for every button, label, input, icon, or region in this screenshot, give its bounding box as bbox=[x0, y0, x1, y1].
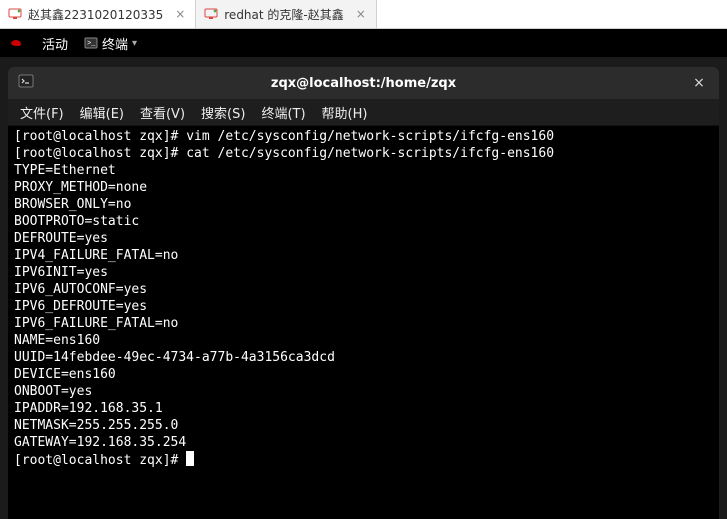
menu-view[interactable]: 查看(V) bbox=[132, 103, 193, 122]
window-close-button[interactable]: × bbox=[689, 73, 709, 93]
app-menu[interactable]: >_ 终端 ▾ bbox=[76, 34, 145, 53]
menu-help[interactable]: 帮助(H) bbox=[314, 103, 376, 122]
terminal-line: IPV4_FAILURE_FATAL=no bbox=[14, 247, 713, 264]
terminal-line: DEFROUTE=yes bbox=[14, 230, 713, 247]
vm-tab-label: 赵其鑫2231020120335 bbox=[28, 6, 163, 23]
terminal-line: PROXY_METHOD=none bbox=[14, 179, 713, 196]
terminal-line: NAME=ens160 bbox=[14, 332, 713, 349]
window-title: zqx@localhost:/home/zqx bbox=[8, 76, 719, 91]
terminal-line: DEVICE=ens160 bbox=[14, 366, 713, 383]
window-titlebar[interactable]: zqx@localhost:/home/zqx × bbox=[8, 67, 719, 99]
redhat-logo-icon bbox=[8, 35, 24, 51]
chevron-down-icon: ▾ bbox=[132, 38, 137, 49]
terminal-line: [root@localhost zqx]# bbox=[14, 451, 713, 469]
vm-tab-label: redhat 的克隆-赵其鑫 bbox=[224, 6, 343, 23]
menu-file[interactable]: 文件(F) bbox=[12, 103, 72, 122]
menu-terminal[interactable]: 终端(T) bbox=[253, 103, 313, 122]
close-icon[interactable]: × bbox=[354, 7, 368, 21]
terminal-window: zqx@localhost:/home/zqx × 文件(F) 编辑(E) 查看… bbox=[8, 67, 719, 519]
vm-tab-1[interactable]: redhat 的克隆-赵其鑫 × bbox=[196, 0, 376, 28]
terminal-line: [root@localhost zqx]# vim /etc/sysconfig… bbox=[14, 128, 713, 145]
close-icon[interactable]: × bbox=[173, 7, 187, 21]
terminal-icon bbox=[18, 73, 34, 93]
gnome-top-panel: 活动 >_ 终端 ▾ bbox=[0, 29, 727, 57]
menu-search[interactable]: 搜索(S) bbox=[193, 103, 253, 122]
vm-tab-0[interactable]: 赵其鑫2231020120335 × bbox=[0, 0, 196, 28]
desktop: 活动 >_ 终端 ▾ zqx@localhost:/home/zqx × 文件(… bbox=[0, 29, 727, 519]
terminal-line: IPADDR=192.168.35.1 bbox=[14, 400, 713, 417]
cursor bbox=[186, 451, 194, 466]
terminal-line: BROWSER_ONLY=no bbox=[14, 196, 713, 213]
terminal-line: IPV6INIT=yes bbox=[14, 264, 713, 281]
svg-text:>_: >_ bbox=[87, 40, 96, 48]
terminal-icon: >_ bbox=[84, 36, 98, 50]
terminal-line: GATEWAY=192.168.35.254 bbox=[14, 434, 713, 451]
terminal-output[interactable]: [root@localhost zqx]# vim /etc/sysconfig… bbox=[8, 126, 719, 519]
terminal-line: BOOTPROTO=static bbox=[14, 213, 713, 230]
activities-label: 活动 bbox=[42, 34, 68, 53]
menu-edit[interactable]: 编辑(E) bbox=[72, 103, 132, 122]
vm-icon bbox=[8, 7, 22, 21]
vm-tab-bar: 赵其鑫2231020120335 × redhat 的克隆-赵其鑫 × bbox=[0, 0, 727, 29]
terminal-menubar: 文件(F) 编辑(E) 查看(V) 搜索(S) 终端(T) 帮助(H) bbox=[8, 99, 719, 126]
terminal-line: ONBOOT=yes bbox=[14, 383, 713, 400]
vm-icon bbox=[204, 7, 218, 21]
terminal-line: UUID=14febdee-49ec-4734-a77b-4a3156ca3dc… bbox=[14, 349, 713, 366]
terminal-line: IPV6_FAILURE_FATAL=no bbox=[14, 315, 713, 332]
app-menu-label: 终端 bbox=[102, 34, 128, 53]
terminal-line: IPV6_AUTOCONF=yes bbox=[14, 281, 713, 298]
activities-button[interactable]: 活动 bbox=[34, 34, 76, 53]
terminal-line: NETMASK=255.255.255.0 bbox=[14, 417, 713, 434]
terminal-line: IPV6_DEFROUTE=yes bbox=[14, 298, 713, 315]
terminal-line: [root@localhost zqx]# cat /etc/sysconfig… bbox=[14, 145, 713, 162]
terminal-line: TYPE=Ethernet bbox=[14, 162, 713, 179]
